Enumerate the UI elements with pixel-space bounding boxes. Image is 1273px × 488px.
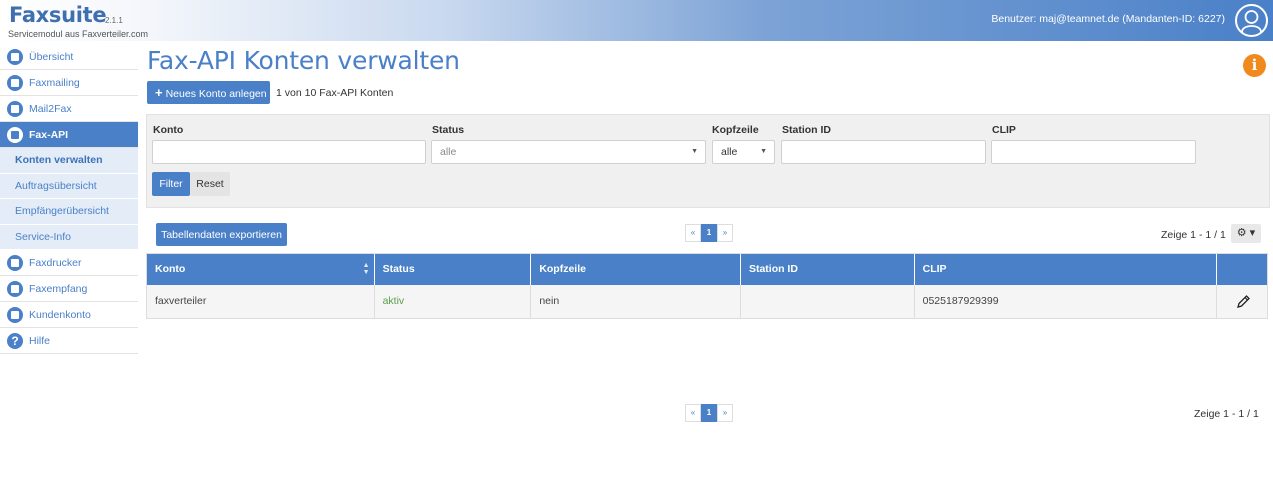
info-icon[interactable]: i (1243, 54, 1266, 77)
app-header: Faxsuite 2.1.1 Servicemodul aus Faxverte… (0, 0, 1273, 41)
sidebar-item-mail2fax[interactable]: Mail2Fax (0, 96, 138, 122)
sidebar-subitem-auftragsuebersicht[interactable]: Auftragsübersicht (0, 173, 138, 199)
new-account-button[interactable]: + Neues Konto anlegen (147, 81, 270, 104)
sidebar: Übersicht Faxmailing Mail2Fax Fax-API Ko… (0, 44, 138, 354)
column-header-clip: CLIP (915, 254, 1218, 285)
station-filter-input[interactable] (781, 140, 986, 164)
table-row: faxverteiler aktiv nein 0525187929399 (147, 285, 1267, 318)
sidebar-subitem-service-info[interactable]: Service-Info (0, 224, 138, 250)
sidebar-item-kundenkonto[interactable]: Kundenkonto (0, 302, 138, 328)
pager-page[interactable]: 1 (701, 404, 717, 422)
account-count: 1 von 10 Fax-API Konten (276, 87, 394, 99)
results-count-top: Zeige 1 - 1 / 1 (1161, 229, 1226, 241)
cell-konto: faxverteiler (147, 285, 375, 318)
sidebar-item-label: Fax-API (29, 129, 69, 141)
pager-prev[interactable]: « (685, 404, 701, 422)
app-subtitle: Servicemodul aus Faxverteiler.com (8, 29, 149, 39)
pager-next[interactable]: » (717, 404, 733, 422)
konto-filter-label: Konto (153, 124, 184, 136)
status-filter-label: Status (432, 124, 465, 136)
status-filter-select[interactable]: alle ▼ (431, 140, 706, 164)
fax-api-icon (7, 127, 23, 143)
column-header-station-id: Station ID (741, 254, 915, 285)
plus-icon: + (155, 85, 163, 100)
column-header-status: Status (375, 254, 532, 285)
chevron-down-icon: ▼ (760, 148, 767, 155)
edit-icon[interactable] (1236, 294, 1251, 309)
kopfzeile-filter-label: Kopfzeile (712, 124, 759, 136)
app-logo[interactable]: Faxsuite (9, 3, 107, 27)
cell-kopfzeile: nein (531, 285, 741, 318)
sidebar-item-hilfe[interactable]: ? Hilfe (0, 328, 138, 354)
table-header: Konto ▲ ▼ Status Kopfzeile Station ID CLI… (147, 254, 1267, 285)
sidebar-subitem-empfaengeruebersicht[interactable]: Empfängerübersicht (0, 199, 138, 225)
sidebar-subitem-konten-verwalten[interactable]: Konten verwalten (0, 148, 138, 174)
user-info: Benutzer: maj@teamnet.de (Mandanten-ID: … (991, 13, 1225, 25)
sidebar-item-faxempfang[interactable]: Faxempfang (0, 276, 138, 302)
clip-filter-label: CLIP (992, 124, 1016, 136)
column-header-kopfzeile: Kopfzeile (531, 254, 741, 285)
column-header-konto[interactable]: Konto ▲ ▼ (147, 254, 375, 285)
new-account-label: Neues Konto anlegen (165, 88, 267, 100)
faxmailing-icon (7, 75, 23, 91)
chevron-down-icon: ▼ (691, 148, 698, 155)
sidebar-item-label: Faxempfang (29, 283, 88, 295)
export-button[interactable]: Tabellendaten exportieren (156, 223, 287, 246)
filter-button[interactable]: Filter (152, 172, 190, 196)
help-icon: ? (7, 333, 23, 349)
sort-icon[interactable]: ▲ ▼ (363, 262, 370, 276)
column-header-actions (1217, 254, 1267, 285)
results-count-bottom: Zeige 1 - 1 / 1 (1194, 408, 1259, 420)
user-icon[interactable] (1235, 4, 1268, 37)
pager-prev[interactable]: « (685, 224, 701, 242)
gear-icon[interactable]: ⚙ ▾ (1231, 224, 1261, 243)
mail2fax-icon (7, 101, 23, 117)
kopfzeile-filter-value: alle (721, 146, 738, 158)
pagination-top: « 1 » (685, 224, 733, 242)
sidebar-item-label: Kundenkonto (29, 309, 91, 321)
reset-button[interactable]: Reset (190, 172, 230, 196)
pagination-bottom: « 1 » (685, 404, 733, 422)
pager-page[interactable]: 1 (701, 224, 717, 242)
page-title: Fax-API Konten verwalten (147, 46, 460, 75)
sidebar-item-fax-api[interactable]: Fax-API (0, 122, 138, 148)
column-header-label: Konto (155, 263, 186, 275)
accounts-table: Konto ▲ ▼ Status Kopfzeile Station ID CLI… (146, 253, 1268, 319)
faxempfang-icon (7, 281, 23, 297)
station-filter-label: Station ID (782, 124, 831, 136)
kundenkonto-icon (7, 307, 23, 323)
kopfzeile-filter-select[interactable]: alle ▼ (712, 140, 775, 164)
overview-icon (7, 49, 23, 65)
cell-status: aktiv (375, 285, 532, 318)
pager-next[interactable]: » (717, 224, 733, 242)
sidebar-item-faxmailing[interactable]: Faxmailing (0, 70, 138, 96)
faxdrucker-icon (7, 255, 23, 271)
sidebar-item-label: Mail2Fax (29, 103, 72, 115)
sidebar-item-label: Faxdrucker (29, 257, 82, 269)
status-filter-value: alle (440, 146, 457, 158)
cell-station-id (741, 285, 915, 318)
sidebar-item-faxdrucker[interactable]: Faxdrucker (0, 250, 138, 276)
konto-filter-input[interactable] (152, 140, 426, 164)
sidebar-item-label: Hilfe (29, 335, 51, 347)
cell-clip: 0525187929399 (915, 285, 1218, 318)
sidebar-item-label: Faxmailing (29, 77, 80, 89)
cell-actions (1217, 285, 1267, 318)
sidebar-item-label: Übersicht (29, 51, 74, 63)
clip-filter-input[interactable] (991, 140, 1196, 164)
filter-panel: Konto Status alle ▼ Kopfzeile alle ▼ Sta… (146, 114, 1270, 208)
sidebar-item-uebersicht[interactable]: Übersicht (0, 44, 138, 70)
app-version: 2.1.1 (105, 16, 123, 25)
